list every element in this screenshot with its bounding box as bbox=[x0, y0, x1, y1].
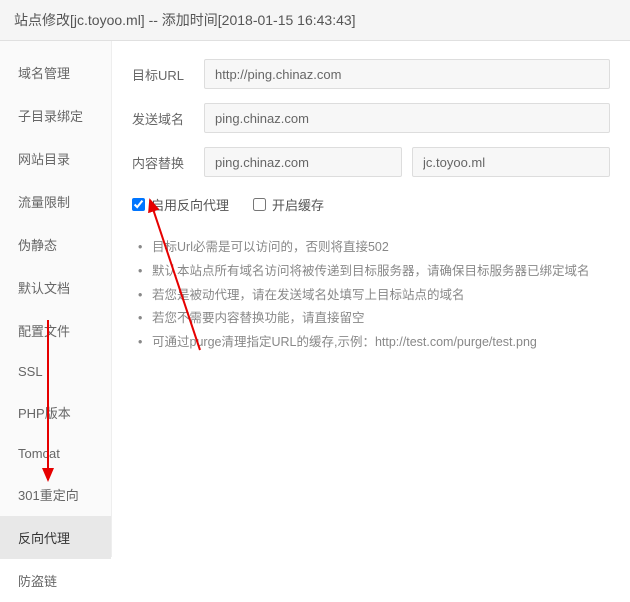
tip-item: 若您是被动代理，请在发送域名处填写上目标站点的域名 bbox=[138, 284, 610, 308]
main-container: 域名管理 子目录绑定 网站目录 流量限制 伪静态 默认文档 配置文件 SSL P… bbox=[0, 41, 630, 557]
sidebar-item-subdir[interactable]: 子目录绑定 bbox=[0, 94, 111, 137]
sidebar-item-traffic[interactable]: 流量限制 bbox=[0, 180, 111, 223]
input-send-domain[interactable] bbox=[204, 103, 610, 133]
tip-item: 可通过purge清理指定URL的缓存,示例：http://test.com/pu… bbox=[138, 331, 610, 355]
checkbox-enable-cache[interactable]: 开启缓存 bbox=[253, 195, 324, 214]
sidebar-item-reverse-proxy[interactable]: 反向代理 bbox=[0, 516, 111, 559]
label-target-url: 目标URL bbox=[132, 65, 204, 84]
input-replace-to[interactable] bbox=[412, 147, 610, 177]
sidebar-item-tomcat[interactable]: Tomcat bbox=[0, 434, 111, 473]
sidebar-item-rewrite[interactable]: 伪静态 bbox=[0, 223, 111, 266]
sidebar: 域名管理 子目录绑定 网站目录 流量限制 伪静态 默认文档 配置文件 SSL P… bbox=[0, 41, 112, 557]
sidebar-item-hotlink[interactable]: 防盗链 bbox=[0, 559, 111, 602]
label-send-domain: 发送域名 bbox=[132, 109, 204, 128]
checkbox-enable-proxy[interactable]: 启用反向代理 bbox=[132, 195, 229, 214]
row-send-domain: 发送域名 bbox=[132, 103, 610, 133]
sidebar-item-config[interactable]: 配置文件 bbox=[0, 309, 111, 352]
sidebar-item-ssl[interactable]: SSL bbox=[0, 352, 111, 391]
page-title: 站点修改[jc.toyoo.ml] -- 添加时间[2018-01-15 16:… bbox=[0, 0, 630, 41]
sidebar-item-webroot[interactable]: 网站目录 bbox=[0, 137, 111, 180]
tip-item: 若您不需要内容替换功能，请直接留空 bbox=[138, 307, 610, 331]
checkbox-enable-cache-label: 开启缓存 bbox=[272, 195, 324, 214]
label-content-replace: 内容替换 bbox=[132, 153, 204, 172]
sidebar-item-default-doc[interactable]: 默认文档 bbox=[0, 266, 111, 309]
checkbox-enable-cache-input[interactable] bbox=[253, 198, 266, 211]
input-replace-from[interactable] bbox=[204, 147, 402, 177]
main-panel: 目标URL 发送域名 内容替换 启用反向代理 开启缓存 目标Url必需是可以访问… bbox=[112, 41, 630, 557]
sidebar-item-php[interactable]: PHP版本 bbox=[0, 391, 111, 434]
tips-list: 目标Url必需是可以访问的，否则将直接502 默认本站点所有域名访问将被传递到目… bbox=[132, 236, 610, 355]
row-target-url: 目标URL bbox=[132, 59, 610, 89]
checkbox-enable-proxy-input[interactable] bbox=[132, 198, 145, 211]
checkbox-row: 启用反向代理 开启缓存 bbox=[132, 195, 610, 214]
sidebar-item-redirect[interactable]: 301重定向 bbox=[0, 473, 111, 516]
checkbox-enable-proxy-label: 启用反向代理 bbox=[151, 195, 229, 214]
sidebar-item-domain[interactable]: 域名管理 bbox=[0, 51, 111, 94]
input-target-url[interactable] bbox=[204, 59, 610, 89]
tip-item: 默认本站点所有域名访问将被传递到目标服务器，请确保目标服务器已绑定域名 bbox=[138, 260, 610, 284]
row-content-replace: 内容替换 bbox=[132, 147, 610, 177]
tip-item: 目标Url必需是可以访问的，否则将直接502 bbox=[138, 236, 610, 260]
